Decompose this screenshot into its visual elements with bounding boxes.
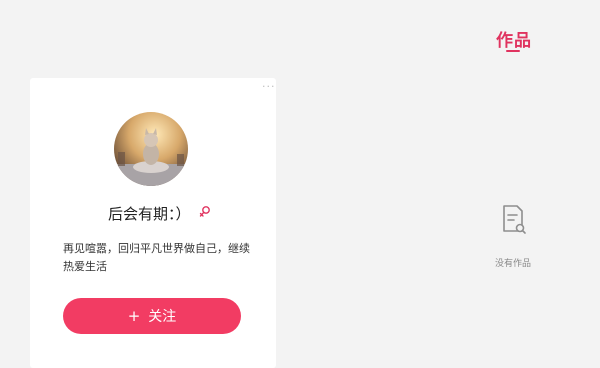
document-search-icon (503, 205, 526, 234)
avatar-image (114, 112, 188, 186)
avatar[interactable] (114, 112, 188, 186)
follow-button-label: 关注 (148, 309, 177, 325)
nickname: 后会有期：） (108, 205, 191, 223)
more-icon[interactable]: ··· (262, 80, 276, 93)
tab-active-indicator (506, 50, 520, 52)
female-icon (199, 206, 210, 217)
follow-button[interactable]: + 关注 (63, 298, 241, 334)
plus-icon: + (127, 307, 141, 325)
bio-text: 再见喧嚣，回归平凡世界做自己，继续热爱生活 (63, 242, 250, 273)
tab-works[interactable]: 作品 (496, 26, 532, 51)
empty-state-text: 没有作品 (495, 259, 532, 269)
